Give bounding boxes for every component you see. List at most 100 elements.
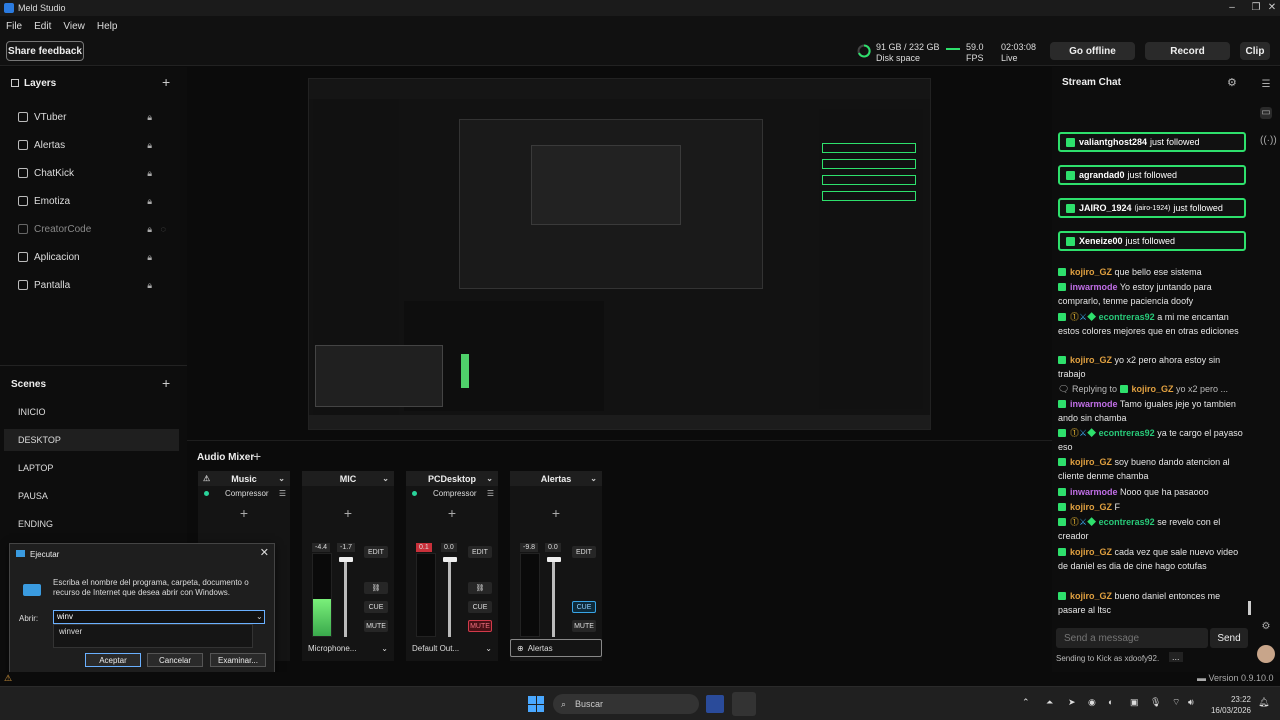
strip-header[interactable]: Alertas ⌄	[510, 471, 602, 486]
cue-button[interactable]: CUE	[468, 601, 492, 613]
strip-header[interactable]: PCDesktop ⌄	[406, 471, 498, 486]
tray-chevron-icon[interactable]: ⌃	[1022, 697, 1030, 708]
volume-fader-knob[interactable]	[443, 557, 457, 562]
menu-help[interactable]: Help	[91, 21, 124, 32]
active-app-taskbar-icon[interactable]	[732, 692, 756, 716]
mute-button[interactable]: MUTE	[468, 620, 492, 632]
lock-icon[interactable]: 🔒︎	[147, 224, 152, 235]
add-scene-button[interactable]: +	[162, 376, 170, 390]
send-button[interactable]: Send	[1210, 628, 1248, 648]
effect-row[interactable]: Compressor ☰	[198, 486, 290, 500]
ok-button[interactable]: Aceptar	[85, 653, 141, 667]
add-layer-button[interactable]: +	[162, 75, 170, 89]
chevron-down-icon[interactable]: ⌄	[256, 612, 263, 621]
tray-telegram-icon[interactable]: ➤	[1068, 697, 1076, 708]
chevron-down-icon[interactable]: ⌄	[382, 474, 389, 483]
scene-item-desktop[interactable]: DESKTOP	[4, 429, 179, 451]
layer-item-pantalla[interactable]: Pantalla 🔒︎	[8, 275, 178, 295]
lock-icon[interactable]: 🔒︎	[147, 196, 152, 207]
clock-time[interactable]: 23:22	[1210, 695, 1251, 704]
layer-item-aplicacion[interactable]: Aplicacion 🔒︎	[8, 247, 178, 267]
link-icon[interactable]: ⛓	[364, 582, 388, 594]
warning-icon[interactable]: ⚠	[4, 673, 12, 684]
share-feedback-button[interactable]: Share feedback	[6, 41, 84, 61]
menu-view[interactable]: View	[57, 21, 91, 32]
effect-row[interactable]: Compressor ☰	[406, 486, 498, 500]
windows-start-icon[interactable]	[528, 696, 544, 712]
add-effect-button[interactable]: +	[198, 505, 290, 521]
lock-icon[interactable]: 🔒︎	[147, 168, 152, 179]
minimize-button[interactable]: –	[1220, 0, 1244, 16]
meld-taskbar-icon[interactable]	[706, 695, 724, 713]
microphone-icon[interactable]: 🎙︎	[1150, 697, 1161, 708]
add-audio-source-button[interactable]: +	[253, 449, 261, 463]
clock-date[interactable]: 16/03/2026	[1210, 706, 1251, 715]
device-select[interactable]: Microphone... ⌄	[302, 639, 394, 657]
tray-network-icon[interactable]: ⏶	[1046, 697, 1053, 708]
go-offline-button[interactable]: Go offline	[1050, 42, 1135, 60]
volume-fader-track[interactable]	[552, 557, 555, 637]
link-icon[interactable]: ⛓	[468, 582, 492, 594]
volume-icon[interactable]: 🔊︎	[1188, 697, 1194, 708]
tray-discord-icon[interactable]: ◉	[1088, 697, 1096, 708]
settings-icon[interactable]: ⚙	[1260, 621, 1272, 633]
gear-icon[interactable]: ⚙	[1227, 76, 1237, 89]
more-options-button[interactable]: ...	[1169, 652, 1183, 662]
tray-app-icon[interactable]: ◐	[1108, 697, 1113, 707]
add-effect-button[interactable]: +	[302, 505, 394, 521]
menu-icon[interactable]: ☰	[1260, 79, 1272, 91]
chevron-down-icon[interactable]: ⌄	[485, 644, 492, 653]
edit-button[interactable]: EDIT	[468, 546, 492, 558]
wifi-icon[interactable]: ⌔	[1172, 697, 1180, 708]
cue-button[interactable]: CUE	[572, 601, 596, 613]
volume-fader-track[interactable]	[344, 557, 347, 637]
taskbar-search[interactable]: ⌕ Buscar	[553, 694, 699, 714]
device-select[interactable]: ⊕ Alertas	[510, 639, 602, 657]
volume-fader-knob[interactable]	[339, 557, 353, 562]
layer-item-vtuber[interactable]: VTuber 🔒︎	[8, 107, 178, 127]
edit-button[interactable]: EDIT	[364, 546, 388, 558]
chevron-down-icon[interactable]: ⌄	[381, 644, 388, 653]
browse-button[interactable]: Examinar...	[210, 653, 266, 667]
lock-icon[interactable]: 🔒︎	[147, 112, 152, 123]
effect-settings-icon[interactable]: ☰	[279, 489, 286, 498]
scene-item-laptop[interactable]: LAPTOP	[4, 457, 179, 479]
lock-icon[interactable]: 🔒︎	[147, 140, 152, 151]
chevron-down-icon[interactable]: ⌄	[590, 474, 597, 483]
menu-edit[interactable]: Edit	[28, 21, 57, 32]
notification-bell-icon[interactable]: 🔔︎	[1258, 697, 1269, 708]
layer-item-creatorcode[interactable]: CreatorCode 🔒︎ ◌	[8, 219, 178, 239]
volume-fader-knob[interactable]	[547, 557, 561, 562]
hidden-eye-icon[interactable]: ◌	[161, 224, 166, 234]
close-icon[interactable]: ✕	[260, 546, 269, 559]
mute-button[interactable]: MUTE	[572, 620, 596, 632]
strip-header[interactable]: MIC ⌄	[302, 471, 394, 486]
chat-message-input[interactable]	[1056, 628, 1208, 648]
menu-file[interactable]: File	[0, 21, 28, 32]
chat-scrollbar[interactable]	[1248, 601, 1251, 615]
scene-preview[interactable]	[308, 78, 931, 430]
cancel-button[interactable]: Cancelar	[147, 653, 203, 667]
chat-bubble-icon[interactable]: ▭	[1260, 107, 1272, 119]
layer-item-alertas[interactable]: Alertas 🔒︎	[8, 135, 178, 155]
layer-item-emotiza[interactable]: Emotiza 🔒︎	[8, 191, 178, 211]
volume-fader-track[interactable]	[448, 557, 451, 637]
autocomplete-item[interactable]: winver	[59, 627, 82, 636]
lock-icon[interactable]: 🔒︎	[147, 280, 152, 291]
add-effect-button[interactable]: +	[406, 505, 498, 521]
scene-item-inicio[interactable]: INICIO	[4, 401, 179, 423]
strip-header[interactable]: ⚠ Music ⌄	[198, 471, 290, 486]
chevron-down-icon[interactable]: ⌄	[486, 474, 493, 483]
layer-item-chatkick[interactable]: ChatKick 🔒︎	[8, 163, 178, 183]
effect-settings-icon[interactable]: ☰	[487, 489, 494, 498]
close-button[interactable]: ✕	[1260, 0, 1280, 16]
cue-button[interactable]: CUE	[364, 601, 388, 613]
tray-app-icon[interactable]: ▣	[1130, 697, 1139, 708]
device-select[interactable]: Default Out... ⌄	[406, 639, 498, 657]
scene-item-ending[interactable]: ENDING	[4, 513, 179, 535]
edit-button[interactable]: EDIT	[572, 546, 596, 558]
lock-icon[interactable]: 🔒︎	[147, 252, 152, 263]
chevron-down-icon[interactable]: ⌄	[278, 474, 285, 483]
open-input[interactable]: winv	[53, 610, 265, 624]
broadcast-icon[interactable]: ((·))	[1260, 135, 1277, 147]
